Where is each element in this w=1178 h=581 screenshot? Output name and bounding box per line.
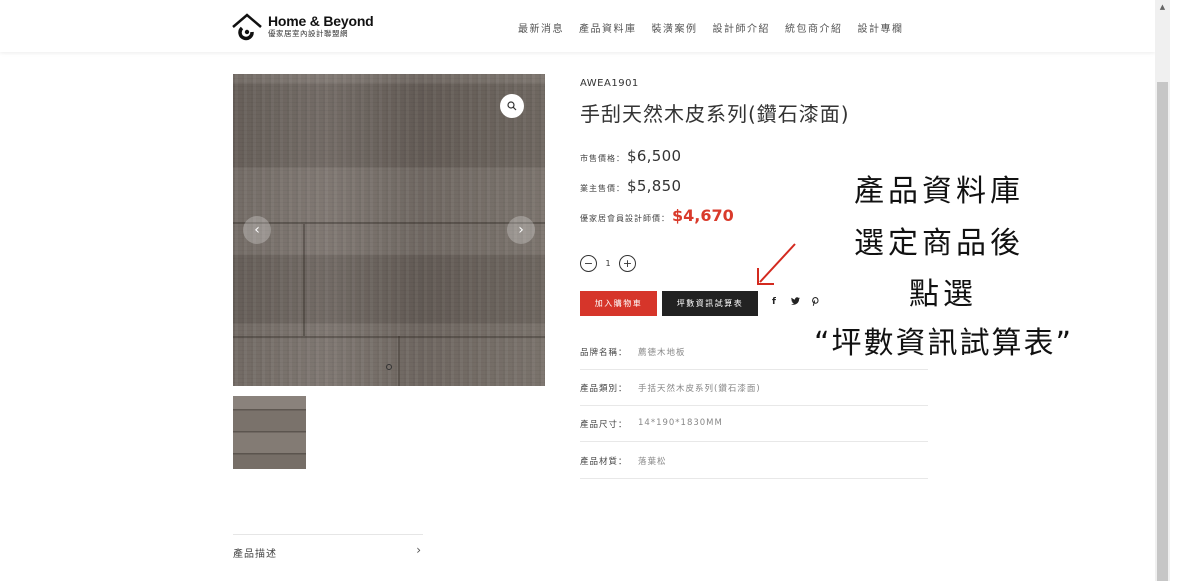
logo-subtitle: 優家居室內設計聯盟網: [268, 29, 348, 39]
plank-seam: [303, 224, 305, 336]
qty-plus-button[interactable]: +: [619, 255, 636, 272]
area-calculator-button[interactable]: 坪數資訊試算表: [662, 291, 758, 316]
annotation-line-4: “坪數資訊試算表”: [814, 326, 1074, 361]
qty-value[interactable]: 1: [603, 259, 613, 268]
main-nav: 最新消息 產品資料庫 裝潢案例 設計師介紹 統包商介紹 設計專欄: [518, 20, 904, 35]
spec-row-category: 產品類別： 手括天然木皮系列(鑽石漆面): [580, 370, 928, 406]
spec-label: 產品尺寸：: [580, 420, 628, 430]
market-price-value: $6,500: [627, 147, 682, 165]
chevron-left-icon: ‹: [254, 222, 260, 238]
product-title: 手刮天然木皮系列(鑽石漆面): [580, 102, 850, 126]
chevron-right-icon: ›: [416, 543, 421, 557]
scrollbar-thumb[interactable]: [1157, 82, 1168, 581]
add-to-cart-button[interactable]: 加入購物車: [580, 291, 657, 316]
nav-item-contractors[interactable]: 統包商介紹: [785, 20, 843, 35]
qty-minus-button[interactable]: −: [580, 255, 597, 272]
owner-price: 業主售價： $5,850: [580, 177, 681, 195]
plank-seam: [398, 336, 400, 386]
member-price-label: 優家居會員設計師價：: [580, 214, 670, 223]
spec-label: 產品類別：: [580, 384, 628, 394]
scroll-up-icon[interactable]: ▲: [1155, 0, 1170, 16]
gallery-dot[interactable]: [386, 364, 392, 370]
member-price: 優家居會員設計師價： $4,670: [580, 206, 734, 225]
site-header: Home & Beyond 優家居室內設計聯盟網 最新消息 產品資料庫 裝潢案例…: [0, 0, 1155, 52]
market-price-label: 市售價格：: [580, 154, 625, 163]
plank-seam: [233, 336, 545, 338]
spec-value: 落葉松: [638, 457, 667, 467]
nav-item-products[interactable]: 產品資料庫: [579, 20, 637, 35]
spec-value: 14*190*1830MM: [638, 418, 723, 428]
zoom-button[interactable]: [500, 94, 524, 118]
description-toggle[interactable]: 產品描述 ›: [233, 534, 423, 566]
annotation-arrow-icon: [757, 243, 796, 285]
spec-value: 手括天然木皮系列(鑽石漆面): [638, 384, 761, 394]
gallery-next-button[interactable]: ›: [507, 216, 535, 244]
nav-item-cases[interactable]: 裝潢案例: [652, 20, 698, 35]
house-logo-icon: [230, 11, 264, 41]
plank-seam: [233, 222, 545, 224]
twitter-icon[interactable]: [791, 297, 800, 308]
nav-item-news[interactable]: 最新消息: [518, 20, 564, 35]
annotation-line-2: 選定商品後: [854, 226, 1024, 261]
product-sku: AWEA1901: [580, 78, 639, 89]
description-label: 產品描述: [233, 549, 277, 560]
nav-item-designers[interactable]: 設計師介紹: [713, 20, 771, 35]
spec-row-material: 產品材質： 落葉松: [580, 443, 928, 479]
pinterest-icon[interactable]: [812, 297, 819, 308]
product-main-image[interactable]: [233, 74, 545, 386]
site-logo[interactable]: Home & Beyond 優家居室內設計聯盟網: [230, 10, 374, 42]
owner-price-value: $5,850: [627, 177, 682, 195]
spec-value: 薦德木地板: [638, 348, 686, 358]
gallery-prev-button[interactable]: ‹: [243, 216, 271, 244]
owner-price-label: 業主售價：: [580, 184, 625, 193]
annotation-line-3: 點選: [909, 277, 977, 312]
logo-title: Home & Beyond: [268, 13, 374, 30]
facebook-icon[interactable]: f: [772, 297, 776, 307]
search-icon: [507, 101, 517, 111]
nav-item-column[interactable]: 設計專欄: [858, 20, 904, 35]
annotation-line-1: 產品資料庫: [854, 174, 1024, 209]
quantity-stepper: − 1 +: [580, 255, 636, 272]
chevron-right-icon: ›: [518, 222, 524, 238]
page-scrollbar[interactable]: ▲: [1155, 0, 1170, 581]
spec-row-size: 產品尺寸： 14*190*1830MM: [580, 406, 928, 442]
spec-label: 品牌名稱：: [580, 348, 628, 358]
spec-label: 產品材質：: [580, 457, 628, 467]
market-price: 市售價格： $6,500: [580, 147, 681, 165]
member-price-value: $4,670: [672, 206, 734, 225]
product-thumbnail[interactable]: [233, 396, 306, 469]
